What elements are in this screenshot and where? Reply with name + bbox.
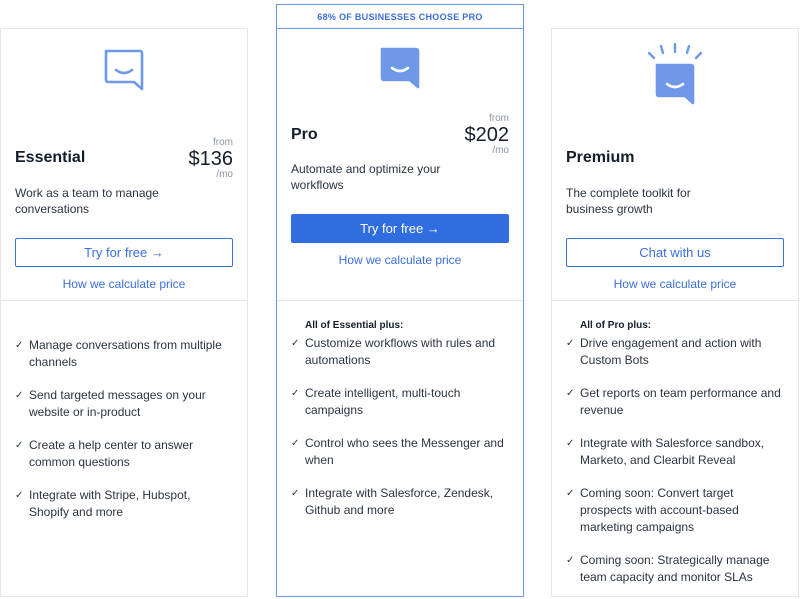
chat-bubble-glowing-icon: [647, 43, 703, 105]
feature-item: ✓ Integrate with Salesforce sandbox, Mark…: [566, 436, 765, 467]
feature-item: ✓ Control who sees the Messenger and when: [291, 436, 504, 467]
check-icon: ✓: [566, 438, 575, 449]
plan-tagline: The complete toolkit for business growth: [566, 186, 691, 216]
try-for-free-button[interactable]: Try for free →: [15, 238, 233, 267]
feature-item: ✓ Create a help center to answer common q…: [15, 438, 194, 469]
plan-card-essential: Essential from $136 /mo Work as a team t…: [0, 28, 248, 597]
check-icon: ✓: [566, 338, 575, 349]
calculate-price-link[interactable]: How we calculate price: [552, 277, 798, 291]
plan-header: Essential from $136 /mo Work as a team t…: [1, 29, 247, 301]
check-icon: ✓: [291, 438, 300, 449]
plan-card-premium: Premium The complete toolkit for busines…: [551, 28, 799, 597]
price-amount: $202: [464, 124, 510, 146]
feature-list: All of Pro plus: ✓ Drive engagement and a…: [566, 320, 784, 599]
feature-item: ✓ Integrate with Salesforce, Zendesk, Git…: [291, 486, 494, 517]
check-icon: ✓: [291, 388, 300, 399]
price-amount: $136: [188, 148, 234, 170]
plan-tagline: Work as a team to manage conversations: [15, 186, 159, 216]
plan-tagline: Automate and optimize your workflows: [291, 162, 441, 192]
plan-header: Premium The complete toolkit for busines…: [552, 29, 798, 301]
check-icon: ✓: [15, 440, 24, 451]
check-icon: ✓: [566, 488, 575, 499]
popular-banner: 68% OF BUSINESSES CHOOSE PRO: [277, 5, 523, 29]
chat-bubble-outline-icon: [104, 49, 144, 91]
plan-card-pro: 68% OF BUSINESSES CHOOSE PRO Pro from $2…: [276, 4, 524, 597]
check-icon: ✓: [566, 388, 575, 399]
check-icon: ✓: [291, 488, 300, 499]
try-for-free-button[interactable]: Try for free →: [291, 214, 509, 243]
price-suffix: /mo: [216, 169, 233, 180]
feature-item: ✓ Get reports on team performance and rev…: [566, 386, 781, 417]
calculate-price-link[interactable]: How we calculate price: [1, 277, 247, 291]
check-icon: ✓: [15, 490, 24, 501]
feature-item: ✓ Coming soon: Strategically manage team …: [566, 553, 770, 584]
feature-item: ✓ Manage conversations from multiple chan…: [15, 338, 222, 369]
features-heading: All of Essential plus:: [305, 320, 404, 331]
chat-bubble-filled-icon: [380, 47, 420, 89]
plan-header: Pro from $202 /mo Automate and optimize …: [277, 29, 523, 301]
calculate-price-link[interactable]: How we calculate price: [277, 253, 523, 267]
feature-item: ✓ Integrate with Stripe, Hubspot, Shopify…: [15, 488, 191, 519]
feature-item: ✓ Send targeted messages on your website …: [15, 388, 206, 419]
feature-list: All of Essential plus: ✓ Customize workfl…: [291, 320, 509, 535]
chat-with-us-button[interactable]: Chat with us: [566, 238, 784, 267]
feature-item: ✓ Create intelligent, multi-touch campaig…: [291, 386, 461, 417]
plan-name: Essential: [15, 149, 86, 166]
check-icon: ✓: [291, 338, 300, 349]
feature-item: ✓ Coming soon: Convert target prospects w…: [566, 486, 739, 534]
price: from $202 /mo: [465, 113, 510, 157]
feature-item: ✓ Customize workflows with rules and auto…: [291, 336, 496, 367]
feature-item: ✓ Drive engagement and action with Custom…: [566, 336, 762, 367]
plan-name: Pro: [291, 126, 318, 143]
check-icon: ✓: [566, 555, 575, 566]
price-suffix: /mo: [492, 145, 509, 156]
check-icon: ✓: [15, 340, 24, 351]
price: from $136 /mo: [189, 137, 234, 181]
features-heading: All of Pro plus:: [580, 320, 652, 331]
feature-list: ✓ Manage conversations from multiple chan…: [15, 337, 233, 537]
check-icon: ✓: [15, 390, 24, 401]
plan-name: Premium: [566, 149, 635, 166]
